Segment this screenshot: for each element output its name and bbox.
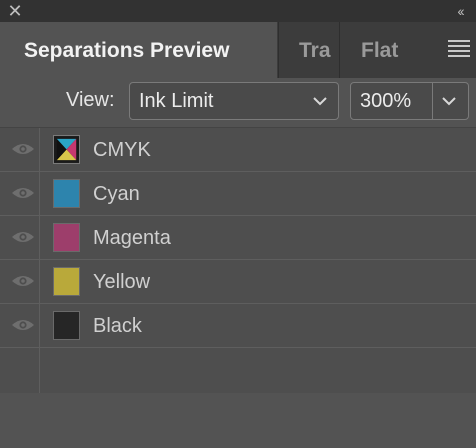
color-swatch [53, 311, 80, 340]
list-item[interactable]: Yellow [0, 260, 476, 304]
tab-separations-preview[interactable]: Separations Preview [0, 22, 277, 78]
list-item[interactable]: Cyan [0, 172, 476, 216]
panel-menu-icon[interactable] [448, 40, 470, 60]
separation-name: Yellow [93, 271, 151, 293]
tab-flattener[interactable]: Flat [339, 22, 403, 78]
color-swatch [53, 267, 80, 296]
visibility-toggle[interactable] [0, 260, 40, 303]
eye-icon [12, 232, 34, 242]
eye-icon [12, 276, 34, 286]
separation-name: Cyan [93, 183, 140, 205]
visibility-toggle[interactable] [0, 128, 40, 171]
chevron-down-icon[interactable] [438, 91, 460, 111]
visibility-toggle[interactable] [0, 216, 40, 259]
panel-tabs: Separations Preview Tra Flat [0, 22, 476, 78]
separation-name: CMYK [93, 139, 151, 161]
panel-footer [0, 393, 476, 448]
field-divider [432, 83, 433, 119]
list-item[interactable]: Black [0, 304, 476, 348]
visibility-toggle[interactable] [0, 172, 40, 215]
color-swatch [53, 179, 80, 208]
view-label: View: [66, 89, 115, 111]
separations-list: CMYK Cyan Magenta Yellow Black [0, 127, 476, 394]
ink-limit-percent-field[interactable]: 300% [350, 82, 469, 120]
visibility-toggle[interactable] [0, 304, 40, 347]
view-row: View: Ink Limit 300% [0, 78, 476, 126]
eye-icon [12, 144, 34, 154]
separation-name: Magenta [93, 227, 171, 249]
double-chevron-left-icon[interactable]: ‹‹ [450, 1, 470, 21]
panel-titlebar: ✕ ‹‹ [0, 0, 476, 22]
chevron-down-icon [313, 97, 327, 106]
view-dropdown-value: Ink Limit [139, 90, 214, 112]
ink-limit-percent-value[interactable]: 300% [360, 90, 411, 113]
cmyk-swatch-icon [53, 135, 80, 164]
tab-trap[interactable]: Tra [278, 22, 338, 78]
list-item[interactable]: Magenta [0, 216, 476, 260]
separation-name: Black [93, 315, 142, 337]
list-item[interactable]: CMYK [0, 128, 476, 172]
eye-icon [12, 320, 34, 330]
color-swatch [53, 223, 80, 252]
eye-icon [12, 188, 34, 198]
view-dropdown[interactable]: Ink Limit [129, 82, 339, 120]
close-icon[interactable]: ✕ [6, 1, 24, 21]
empty-column [0, 348, 40, 394]
